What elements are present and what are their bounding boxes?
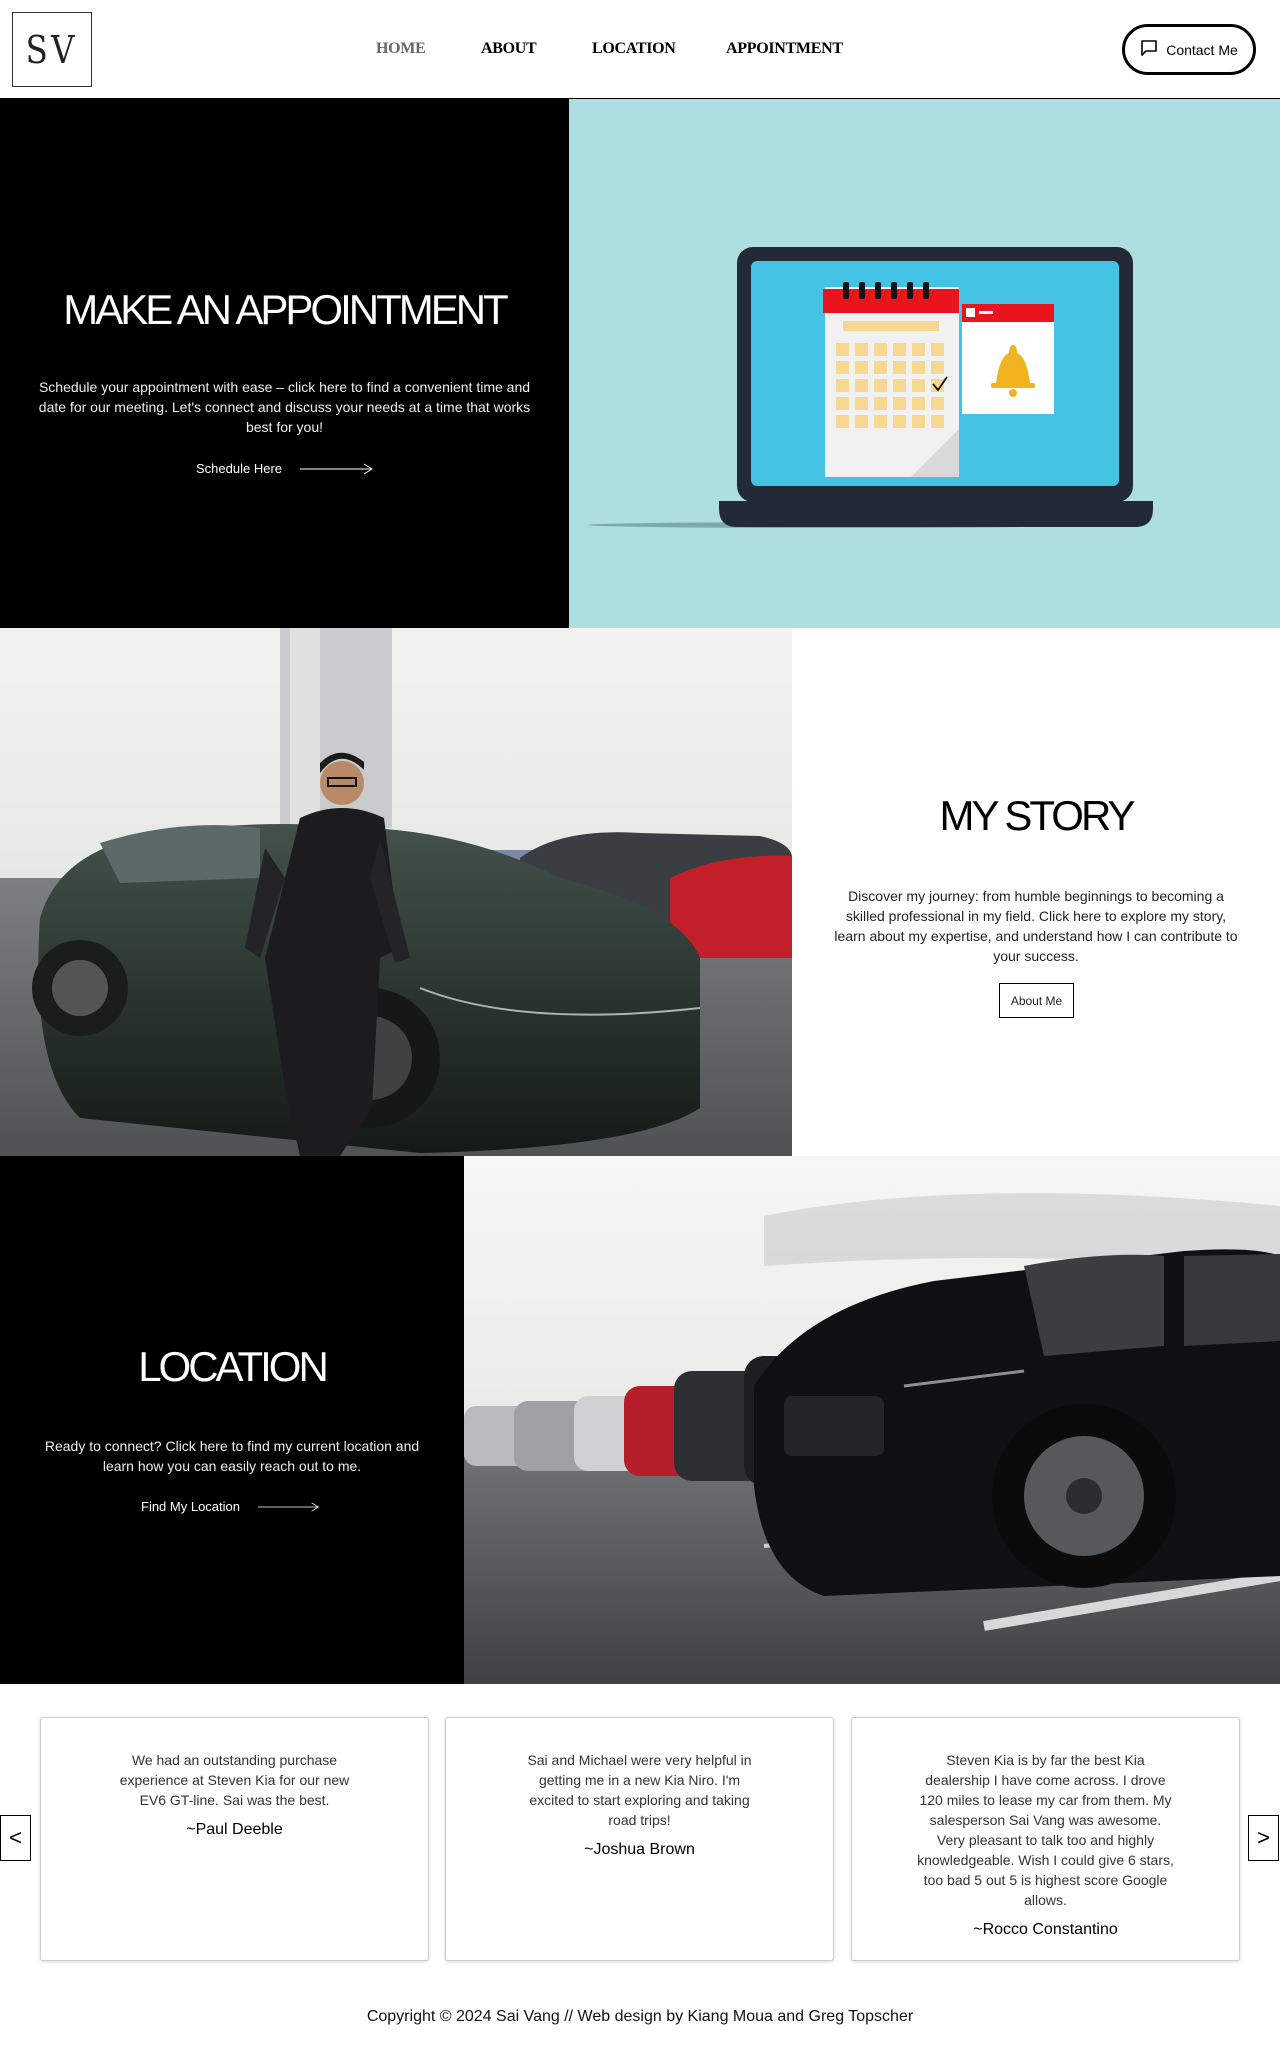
schedule-link-label: Schedule Here [196, 461, 282, 476]
nav-home[interactable]: HOME [376, 40, 426, 58]
testimonial-quote: Sai and Michael were very helpful in get… [527, 1752, 752, 1828]
find-location-label: Find My Location [141, 1499, 240, 1514]
testimonial-quote: We had an outstanding purchase experienc… [119, 1752, 350, 1808]
prev-testimonial-button[interactable]: < [0, 1815, 31, 1861]
location-photo [464, 1156, 1280, 1684]
testimonial-author: ~Joshua Brown [584, 1841, 695, 1858]
story-title: MY STORY [939, 792, 1135, 839]
story-text: Discover my journey: from humble beginni… [834, 888, 1238, 964]
nav-appointment[interactable]: APPOINTMENT [726, 40, 843, 58]
testimonial-card: Steven Kia is by far the best Kia dealer… [851, 1717, 1240, 1961]
story-section: MY STORY Discover my journey: from humbl… [792, 628, 1280, 1156]
testimonial-quote-wrap: Sai and Michael were very helpful in get… [516, 1750, 763, 1860]
laptop-calendar-illustration [587, 247, 1153, 528]
testimonial-author: ~Rocco Constantino [973, 1921, 1118, 1938]
dealership-cars-image [464, 1156, 1280, 1684]
contact-label: Contact Me [1166, 41, 1238, 58]
contact-button[interactable]: Contact Me [1122, 24, 1256, 75]
notification-bell-icon [962, 304, 1054, 414]
testimonial-card: We had an outstanding purchase experienc… [40, 1717, 429, 1961]
nav-about[interactable]: ABOUT [481, 40, 537, 58]
chat-icon [1141, 39, 1158, 56]
testimonial-quote-wrap: Steven Kia is by far the best Kia dealer… [914, 1750, 1177, 1940]
appointment-section: MAKE AN APPOINTMENT Schedule your appoin… [0, 99, 569, 628]
person-with-car-image [0, 628, 792, 1156]
appointment-title: MAKE AN APPOINTMENT [63, 286, 508, 333]
testimonial-quote: Steven Kia is by far the best Kia dealer… [917, 1752, 1174, 1908]
testimonials-section: < We had an outstanding purchase experie… [0, 1684, 1280, 1974]
testimonial-quote-wrap: We had an outstanding purchase experienc… [111, 1750, 358, 1840]
arrow-right-icon [258, 1501, 320, 1512]
arrow-right-icon [300, 463, 373, 474]
schedule-link[interactable]: Schedule Here [196, 461, 374, 476]
calendar-icon [823, 282, 959, 477]
main-nav: HOME ABOUT LOCATION APPOINTMENT [0, 40, 1280, 60]
nav-location[interactable]: LOCATION [592, 40, 676, 58]
footer: Copyright © 2024 Sai Vang // Web design … [0, 2008, 1280, 2026]
appointment-illustration [569, 99, 1280, 628]
appointment-text: Schedule your appointment with ease – cl… [38, 379, 531, 435]
location-title: LOCATION [138, 1343, 329, 1390]
location-section: LOCATION Ready to connect? Click here to… [0, 1156, 464, 1684]
story-photo [0, 628, 792, 1156]
testimonial-author: ~Paul Deeble [186, 1821, 283, 1838]
location-text: Ready to connect? Click here to find my … [44, 1438, 420, 1474]
testimonial-card: Sai and Michael were very helpful in get… [445, 1717, 834, 1961]
site-header: SV HOME ABOUT LOCATION APPOINTMENT Conta… [0, 0, 1280, 99]
copyright-text: Copyright © 2024 Sai Vang // Web design … [366, 2008, 914, 2025]
about-me-button[interactable]: About Me [999, 983, 1074, 1018]
next-testimonial-button[interactable]: > [1248, 1815, 1279, 1861]
find-location-link[interactable]: Find My Location [141, 1499, 320, 1514]
